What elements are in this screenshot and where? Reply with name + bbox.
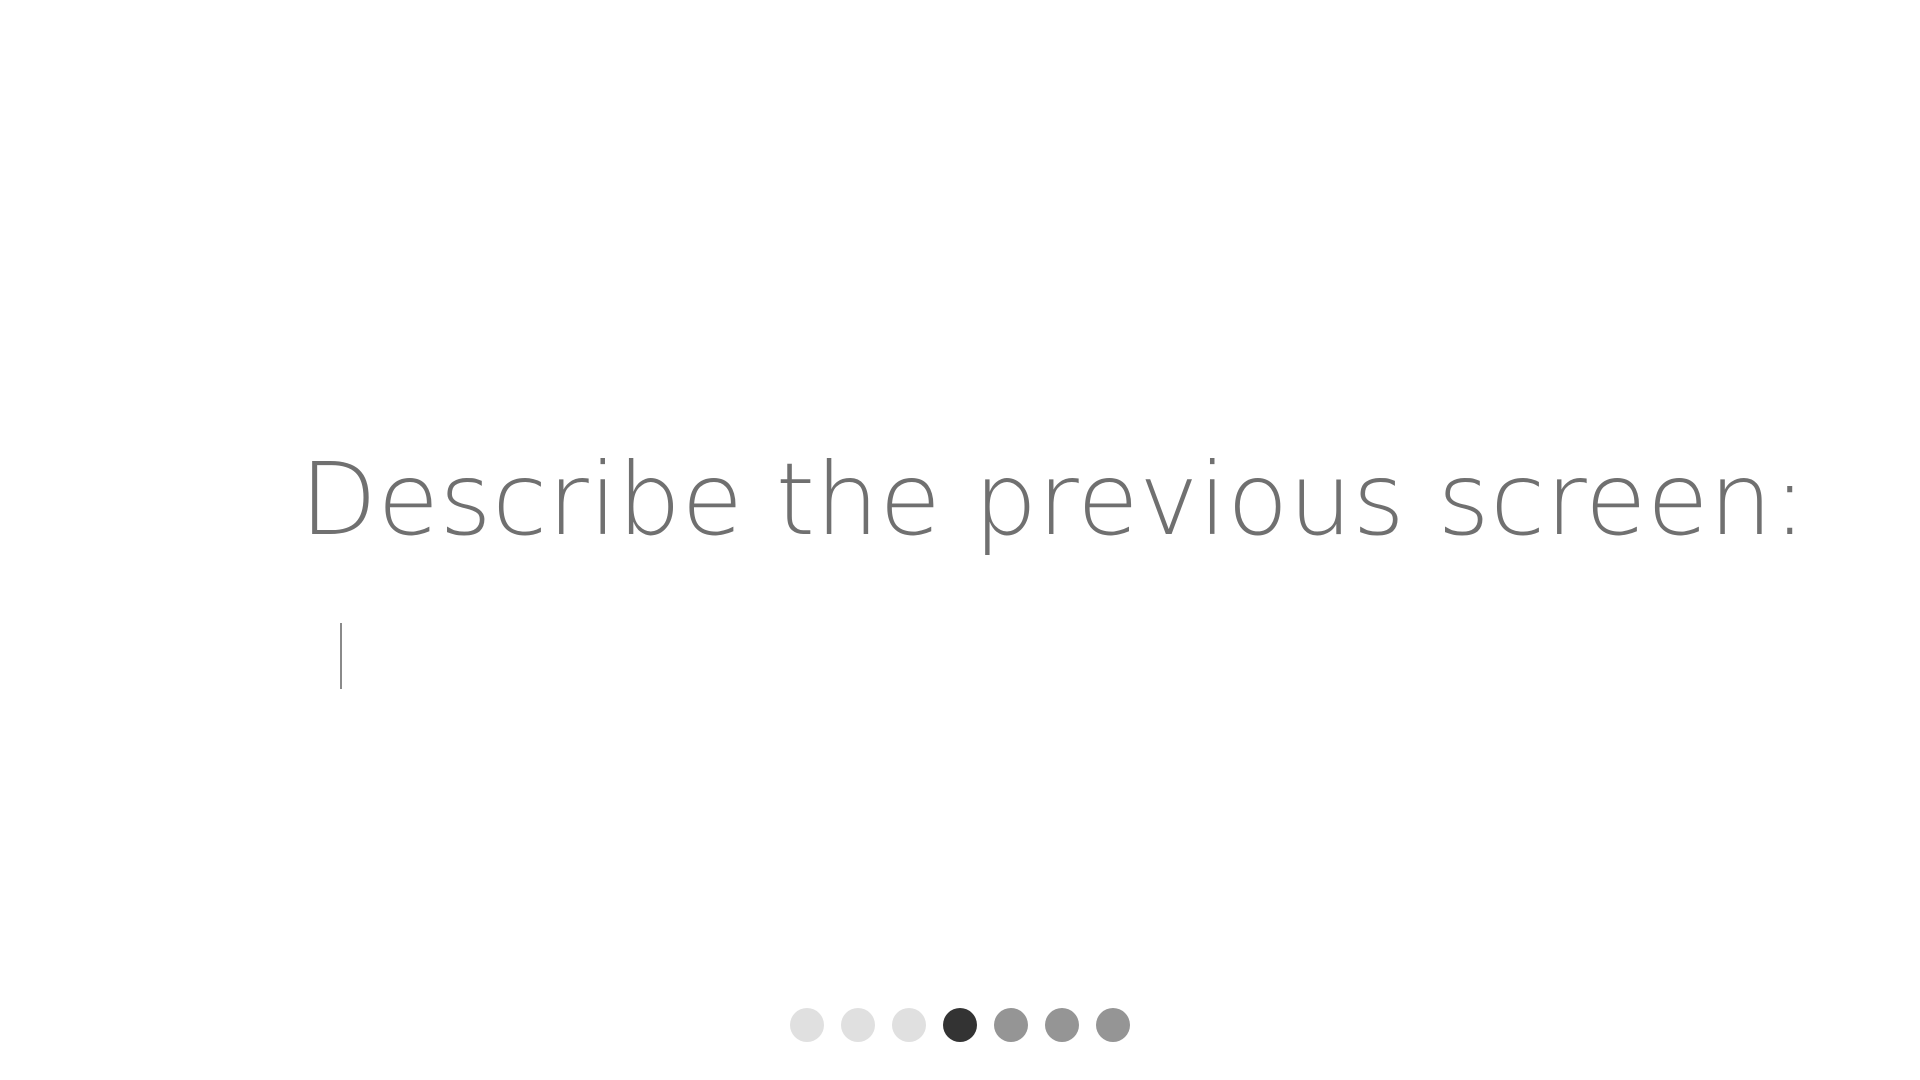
pagination-dot-4-current[interactable]	[943, 1008, 977, 1042]
prompt-area: Describe the previous screen:	[300, 440, 1808, 700]
pagination-dots	[0, 1008, 1920, 1044]
text-cursor	[340, 623, 342, 689]
pagination-dot-1[interactable]	[790, 1008, 824, 1042]
pagination-dot-3[interactable]	[892, 1008, 926, 1042]
pagination-dot-6[interactable]	[1045, 1008, 1079, 1042]
answer-input[interactable]	[330, 620, 1630, 700]
pagination-dot-5[interactable]	[994, 1008, 1028, 1042]
pagination-dot-2[interactable]	[841, 1008, 875, 1042]
pagination-dot-7[interactable]	[1096, 1008, 1130, 1042]
prompt-title: Describe the previous screen:	[300, 441, 1808, 558]
